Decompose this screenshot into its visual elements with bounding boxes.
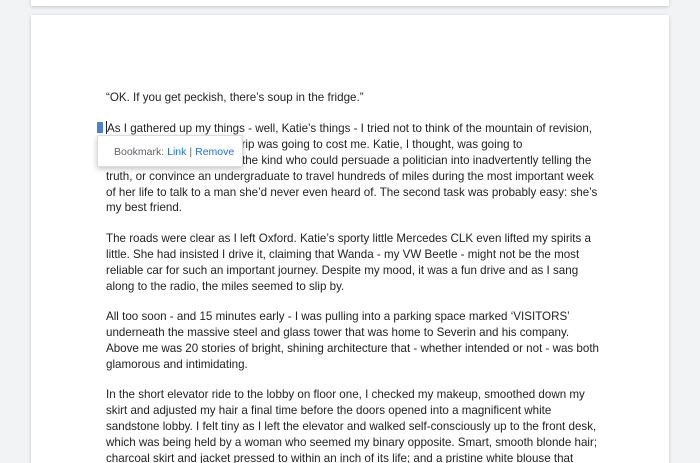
- text-line: In the short elevator ride to the lobby …: [106, 388, 585, 401]
- paragraph-1[interactable]: “OK. If you get peckish, there’s soup in…: [106, 90, 606, 106]
- text-line: underneath the massive steel and glass t…: [106, 325, 570, 339]
- text-line: The roads were clear as I left Oxford. K…: [106, 232, 591, 245]
- document-canvas: “OK. If you get peckish, there’s soup in…: [0, 0, 700, 463]
- previous-page: [31, 0, 669, 6]
- text-line: of her life to talk to a man she’d never…: [106, 185, 598, 199]
- bookmark-separator: |: [189, 146, 193, 158]
- text-line: charcoal skirt and jacket pressed to wit…: [106, 451, 574, 463]
- bookmark-icon[interactable]: [97, 122, 103, 133]
- text-line-content: As I gathered up my things - well, Katie…: [107, 122, 593, 135]
- text-line: reliable car for such an important journ…: [106, 263, 579, 277]
- paragraph-4[interactable]: All too soon - and 15 minutes early - I …: [106, 309, 606, 373]
- text-line: along to the radio, the miles seemed to …: [106, 279, 345, 293]
- text-line: All too soon - and 15 minutes early - I …: [106, 310, 570, 323]
- paragraph-3[interactable]: The roads were clear as I left Oxford. K…: [106, 231, 606, 295]
- text-line: my best friend.: [106, 201, 183, 215]
- text-line: little. She had insisted I drive it, cla…: [106, 247, 580, 261]
- paragraph-5[interactable]: In the short elevator ride to the lobby …: [106, 387, 606, 463]
- text-line: which was being held by a woman who seem…: [106, 435, 598, 449]
- bookmark-remove-link[interactable]: Remove: [195, 146, 234, 158]
- text-line: glamorous and intimidating.: [106, 357, 248, 371]
- text-line: Above me was 20 stories of bright, shini…: [106, 341, 600, 355]
- bookmark-popup: Bookmark: Link | Remove: [97, 135, 243, 167]
- document-page[interactable]: “OK. If you get peckish, there’s soup in…: [31, 15, 669, 463]
- text-line: sandstone lobby. I felt tiny as I left t…: [106, 419, 597, 433]
- bookmark-link[interactable]: Link: [167, 146, 186, 158]
- bookmark-label: Bookmark:: [114, 146, 165, 158]
- text-line: skirt and adjusted my hair a final time …: [106, 403, 552, 417]
- text-line: “OK. If you get peckish, there’s soup in…: [106, 91, 364, 104]
- text-line: truth, or convince an undergraduate to t…: [106, 169, 594, 183]
